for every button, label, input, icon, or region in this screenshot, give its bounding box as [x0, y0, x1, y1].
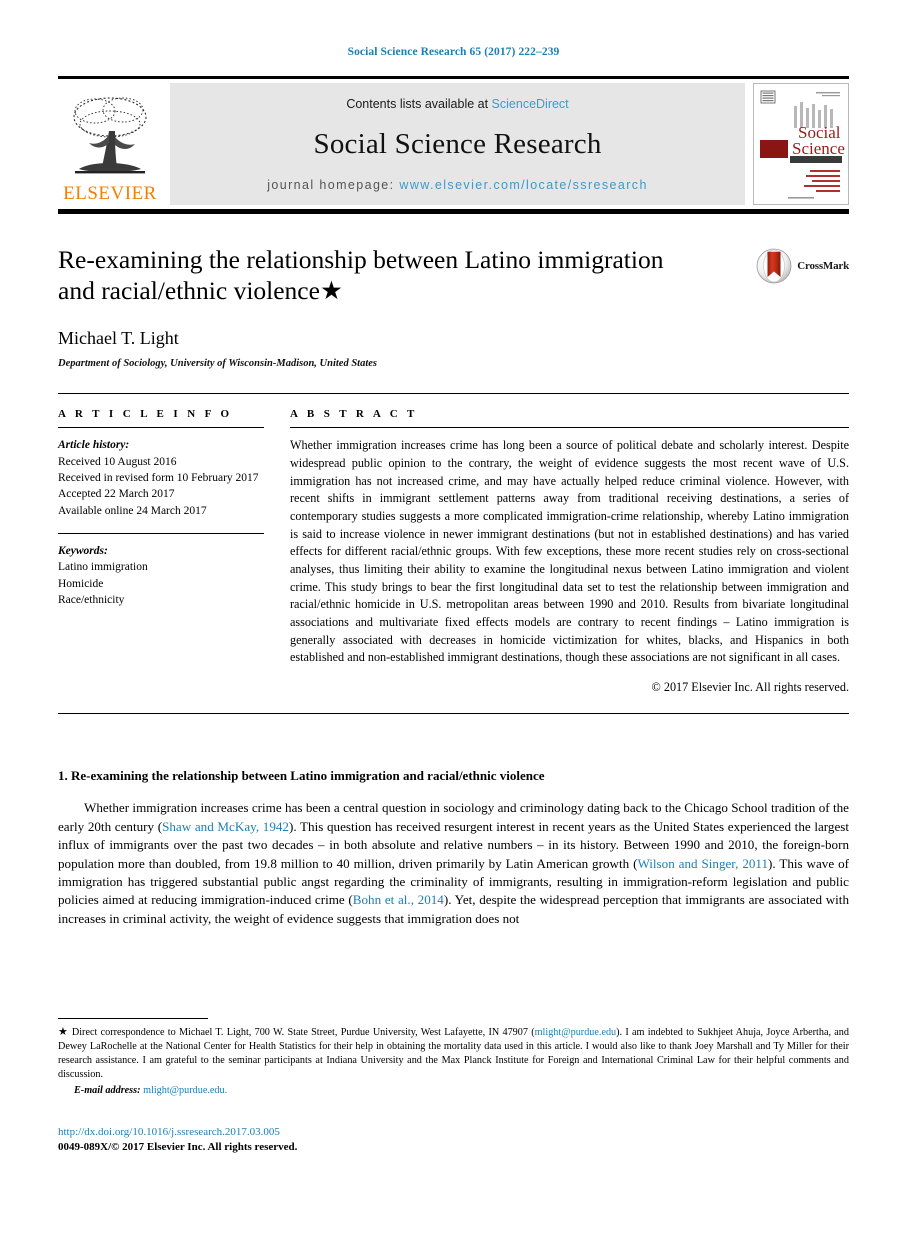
- article-history-item: Received in revised form 10 February 201…: [58, 471, 259, 484]
- masthead-bottom-rule: [58, 209, 849, 214]
- crossmark-badge[interactable]: CrossMark: [756, 248, 849, 284]
- abstract-text: Whether immigration increases crime has …: [290, 438, 849, 665]
- running-head: Social Science Research 65 (2017) 222–23…: [347, 46, 560, 58]
- section-1-paragraph-1: Whether immigration increases crime has …: [58, 799, 849, 928]
- crossmark-icon: [756, 248, 792, 284]
- article-page: Social Science Research 65 (2017) 222–23…: [0, 0, 907, 1238]
- keyword-item: Homicide: [58, 577, 104, 590]
- doi-link[interactable]: http://dx.doi.org/10.1016/j.ssresearch.2…: [58, 1125, 297, 1140]
- elsevier-tree-icon: [73, 97, 147, 174]
- email-address-link[interactable]: mlight@purdue.edu.: [143, 1085, 227, 1096]
- author-name: Michael T. Light: [58, 328, 179, 349]
- elsevier-wordmark: ELSEVIER: [63, 183, 157, 204]
- footnote-zone: ★ Direct correspondence to Michael T. Li…: [58, 1018, 849, 1098]
- journal-cover-thumbnail[interactable]: Social Science: [753, 83, 849, 205]
- contents-available-line: Contents lists available at ScienceDirec…: [346, 97, 568, 111]
- info-abstract-row: A R T I C L E I N F O Article history: R…: [58, 408, 849, 695]
- article-title: Re-examining the relationship between La…: [58, 245, 664, 306]
- abstract-bottom-rule: [58, 713, 849, 715]
- email-address-footnote: E-mail address: mlight@purdue.edu.: [58, 1084, 849, 1098]
- masthead-banner: Contents lists available at ScienceDirec…: [170, 83, 745, 205]
- keywords-label: Keywords:: [58, 544, 108, 557]
- article-history-item: Accepted 22 March 2017: [58, 488, 175, 501]
- article-info-column: A R T I C L E I N F O Article history: R…: [58, 408, 290, 695]
- author-affiliation: Department of Sociology, University of W…: [58, 358, 377, 370]
- article-history-label: Article history:: [58, 439, 130, 452]
- svg-text:Science: Science: [792, 139, 845, 158]
- article-history-item: Available online 24 March 2017: [58, 504, 207, 517]
- keywords-rule: [58, 532, 264, 534]
- footer-doi-block: http://dx.doi.org/10.1016/j.ssresearch.2…: [58, 1125, 297, 1155]
- article-info-heading: A R T I C L E I N F O: [58, 408, 233, 421]
- citation-link-bohn[interactable]: Bohn et al., 2014: [353, 892, 444, 907]
- abstract-heading: A B S T R A C T: [290, 408, 418, 421]
- footnote-text-part: Direct correspondence to Michael T. Ligh…: [68, 1027, 535, 1038]
- abstract-copyright: © 2017 Elsevier Inc. All rights reserved…: [651, 680, 849, 695]
- info-top-rule: [58, 393, 849, 395]
- footnote-separator-rule: [58, 1018, 208, 1019]
- title-block: Re-examining the relationship between La…: [58, 244, 849, 369]
- citation-link-shaw-mckay[interactable]: Shaw and McKay, 1942: [162, 819, 289, 834]
- journal-homepage-link[interactable]: www.elsevier.com/locate/ssresearch: [399, 178, 647, 192]
- footnote-star-marker: ★: [58, 1026, 69, 1038]
- citation-link-wilson-singer[interactable]: Wilson and Singer, 2011: [637, 856, 768, 871]
- article-history-item: Received 10 August 2016: [58, 455, 177, 468]
- article-info-heading-rule: [58, 427, 264, 429]
- section-1-heading: 1. Re-examining the relationship between…: [58, 768, 545, 784]
- footnote-email-link[interactable]: mlight@purdue.edu: [535, 1027, 617, 1038]
- homepage-prefix: journal homepage:: [267, 178, 400, 192]
- correspondence-footnote: ★ Direct correspondence to Michael T. Li…: [58, 1025, 849, 1082]
- abstract-column: A B S T R A C T Whether immigration incr…: [290, 408, 849, 695]
- journal-masthead: ELSEVIER Contents lists available at Sci…: [58, 83, 849, 205]
- sciencedirect-link[interactable]: ScienceDirect: [492, 97, 569, 111]
- journal-title: Social Science Research: [313, 128, 602, 160]
- abstract-heading-rule: [290, 427, 849, 429]
- elsevier-logo: ELSEVIER: [58, 83, 162, 205]
- journal-cover-art: Social Science: [754, 84, 848, 204]
- masthead-top-rule: [58, 76, 849, 79]
- email-address-label: E-mail address:: [74, 1085, 141, 1097]
- keyword-item: Race/ethnicity: [58, 593, 125, 606]
- journal-homepage-line: journal homepage: www.elsevier.com/locat…: [267, 178, 648, 192]
- keyword-item: Latino immigration: [58, 561, 148, 574]
- crossmark-label: CrossMark: [797, 260, 849, 272]
- issn-copyright-line: 0049-089X/© 2017 Elsevier Inc. All right…: [58, 1140, 298, 1153]
- contents-prefix: Contents lists available at: [346, 97, 492, 111]
